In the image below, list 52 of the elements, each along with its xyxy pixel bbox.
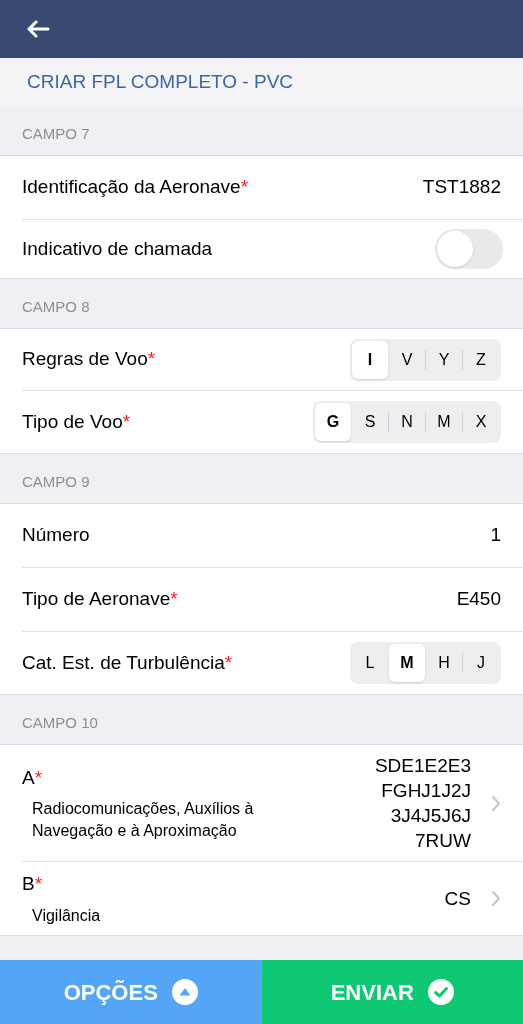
toggle-switch[interactable]: [435, 229, 503, 269]
segment-option[interactable]: H: [426, 644, 462, 682]
field-description: Vigilância: [31, 905, 101, 926]
back-arrow-icon[interactable]: [26, 20, 50, 38]
field-value: E450: [456, 587, 501, 612]
section-header: CAMPO 7: [22, 123, 90, 144]
field-label: Tipo de Voo: [22, 409, 123, 434]
field-label: Indicativo de chamada: [22, 236, 213, 261]
segment-option[interactable]: M: [426, 403, 462, 441]
field-label: Identificação da Aeronave: [22, 175, 241, 200]
field-value: FGHJ1J2J: [381, 779, 471, 803]
field-label: Regras de Voo: [22, 347, 148, 372]
field-label: Número: [22, 523, 90, 548]
segment-option[interactable]: X: [463, 403, 499, 441]
segment-option[interactable]: V: [389, 340, 425, 379]
chevron-right-icon: [491, 794, 501, 812]
field-value: 3J4J5J6J: [390, 804, 471, 828]
segment-option[interactable]: J: [463, 644, 499, 682]
segment-option[interactable]: N: [389, 403, 425, 441]
field-value: 7RUW: [415, 829, 471, 853]
segment-option[interactable]: G: [315, 403, 351, 441]
field-label: Cat. Est. de Turbulência: [22, 650, 225, 675]
field-label: A: [22, 765, 35, 790]
field-value: CS: [444, 886, 471, 911]
required-asterisk: *: [147, 347, 156, 372]
field-value: 1: [490, 523, 501, 548]
caret-up-circle-icon: [171, 979, 198, 1005]
segment-option[interactable]: L: [352, 644, 388, 682]
segment-option[interactable]: S: [352, 403, 388, 441]
required-asterisk: *: [240, 175, 249, 200]
section-header: CAMPO 9: [22, 471, 90, 492]
required-asterisk: *: [34, 872, 43, 896]
required-asterisk: *: [34, 765, 43, 790]
section-header: CAMPO 10: [22, 712, 98, 733]
chevron-right-icon: [491, 889, 501, 907]
field-description: Radiocomunicações, Auxílios à Navegação e à Aproximação: [31, 799, 255, 842]
required-asterisk: *: [170, 587, 178, 612]
field-value: TST1882: [422, 175, 501, 200]
segment-option[interactable]: M: [389, 644, 425, 682]
check-circle-icon: [427, 979, 454, 1005]
list-item[interactable]: B* Vigilância CS: [22, 862, 523, 935]
field-value: SDE1E2E3: [374, 754, 471, 778]
segment-option[interactable]: Y: [426, 340, 462, 379]
required-asterisk: *: [224, 650, 233, 675]
field-label: Tipo de Aeronave: [22, 587, 171, 612]
required-asterisk: *: [122, 409, 131, 434]
segment-option[interactable]: Z: [463, 340, 499, 379]
page-title: CRIAR FPL COMPLETO - PVC: [27, 69, 294, 94]
list-item[interactable]: A* Radiocomunicações, Auxílios à Navegação e à Aproximação SDE1E2E3 FGHJ1J2J 3J4J5J6J 7RUW: [22, 745, 523, 862]
section-header: CAMPO 8: [22, 296, 90, 317]
field-label: B: [22, 872, 35, 896]
segment-option[interactable]: I: [352, 340, 388, 379]
